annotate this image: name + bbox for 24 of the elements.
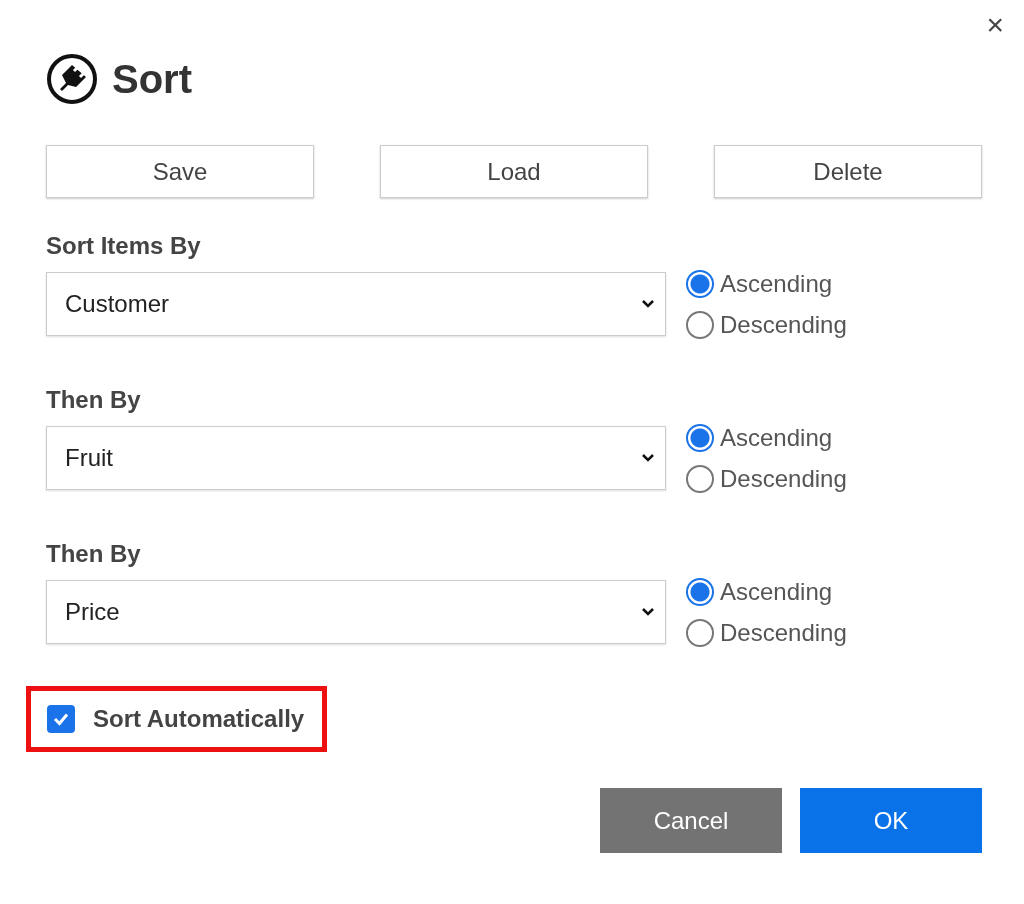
sort-dropdown[interactable]: Fruit	[46, 426, 666, 490]
close-button[interactable]: ×	[982, 8, 1008, 42]
dialog-title: Sort	[112, 56, 192, 102]
toolbar-button[interactable]: Load	[380, 145, 648, 198]
sort-dropdown[interactable]: Price	[46, 580, 666, 644]
toolbar-button[interactable]: Save	[46, 145, 314, 198]
toolbar-button[interactable]: Delete	[714, 145, 982, 198]
sort-automatically-checkbox[interactable]: Sort Automatically	[47, 705, 305, 733]
sort-dropdown[interactable]: Customer	[46, 272, 666, 336]
chevron-down-icon	[641, 607, 655, 617]
radio-option[interactable]: Descending	[686, 461, 847, 496]
dialog-button[interactable]: OK	[800, 788, 982, 853]
radio-option[interactable]: Descending	[686, 307, 847, 342]
radio-option[interactable]: Ascending	[686, 574, 847, 609]
field-label: Then By	[46, 540, 142, 568]
dialog-button[interactable]: Cancel	[600, 788, 782, 853]
chevron-down-icon	[641, 299, 655, 309]
radio-option[interactable]: Ascending	[686, 420, 847, 455]
field-label: Then By	[46, 386, 142, 414]
radio-option[interactable]: Ascending	[686, 266, 847, 301]
chevron-down-icon	[641, 453, 655, 463]
radio-option[interactable]: Descending	[686, 615, 847, 650]
field-label: Sort Items By	[46, 232, 202, 260]
plug-icon	[46, 53, 98, 105]
